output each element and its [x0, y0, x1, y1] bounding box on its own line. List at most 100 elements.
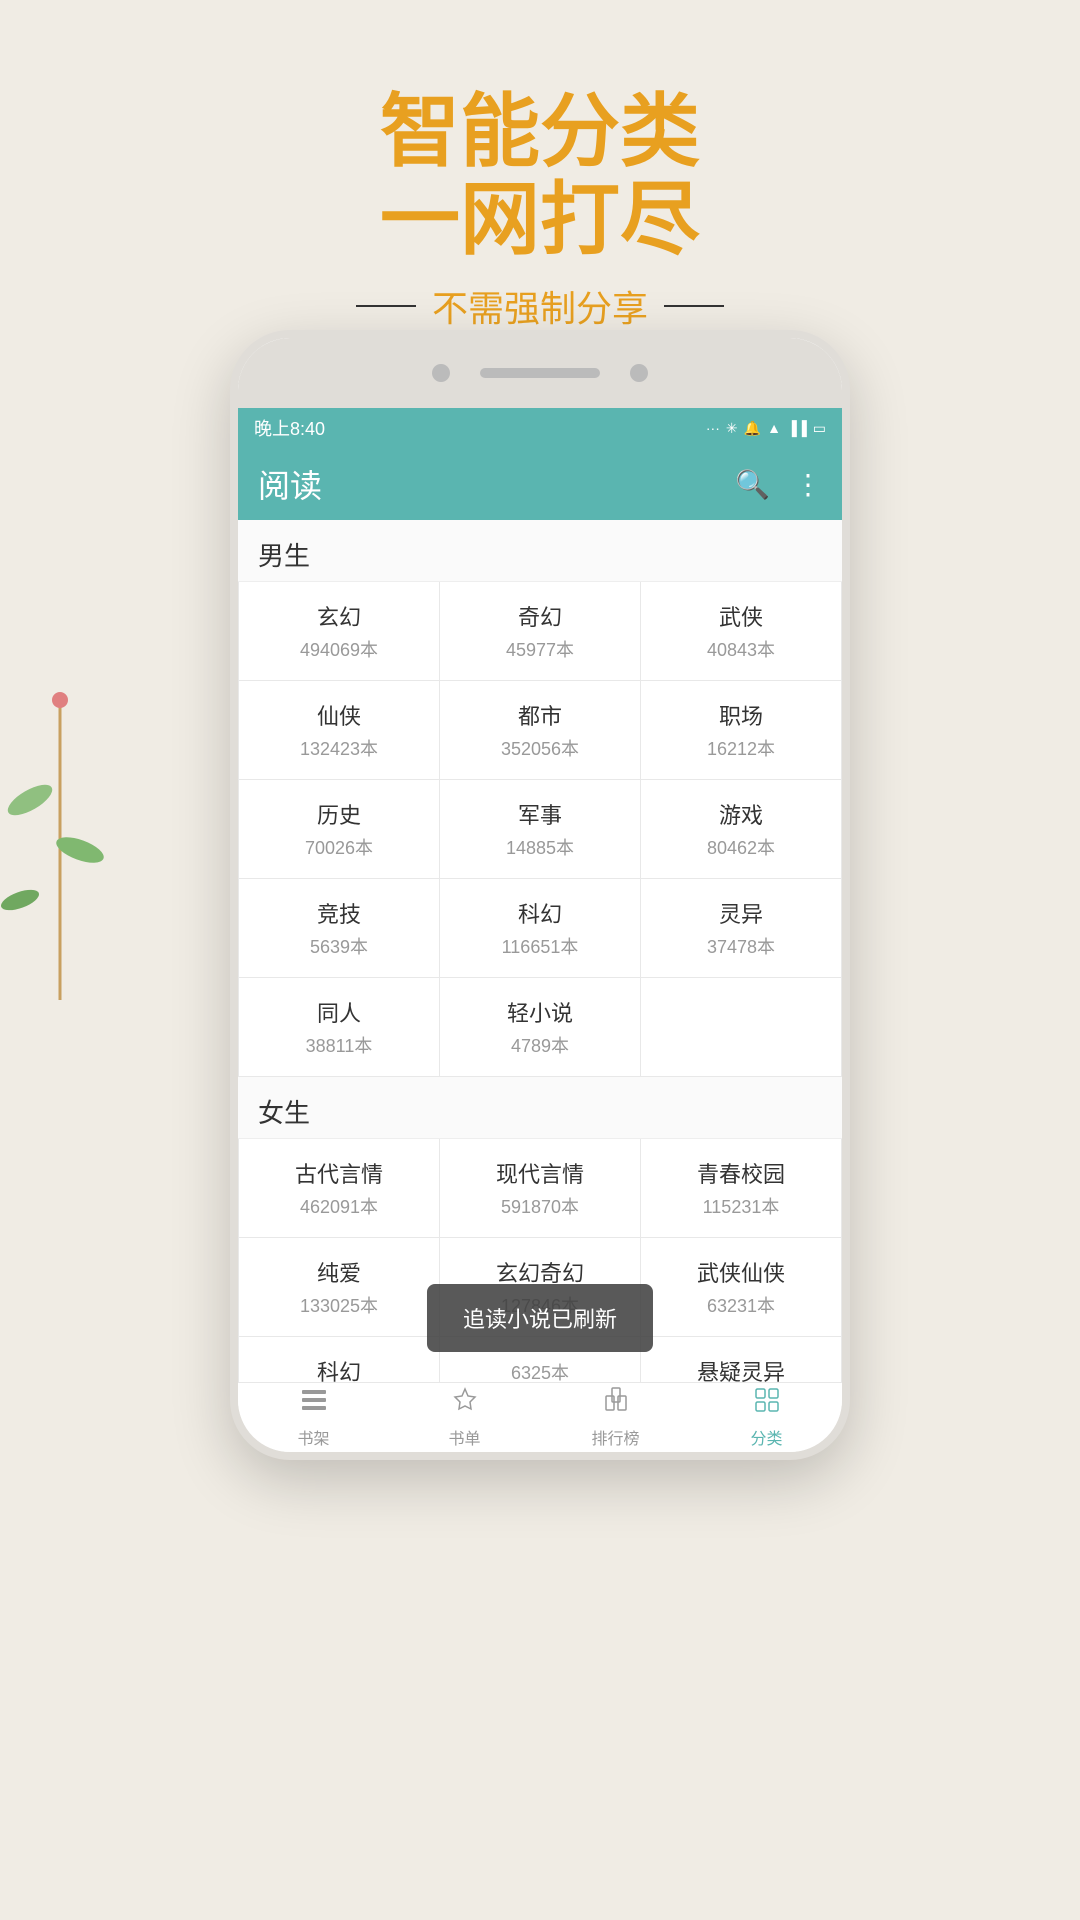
male-category-item[interactable]: 武侠 40843本 [641, 582, 842, 681]
category-count: 115231本 [651, 1193, 831, 1219]
category-name: 玄幻 [249, 600, 429, 632]
headline-line1: 智能分类 [380, 88, 700, 176]
category-name: 纯爱 [249, 1256, 429, 1288]
category-count: 4789本 [450, 1032, 630, 1058]
female-category-grid: 古代言情 462091本 现代言情 591870本 青春校园 115231本 纯… [238, 1139, 842, 1398]
male-category-item[interactable]: 竞技 5639本 [239, 879, 440, 978]
toast-text: 追读小说已刷新 [463, 1307, 617, 1332]
plant-decoration-left [0, 600, 120, 1000]
category-name: 灵异 [651, 897, 831, 929]
phone-camera-right [630, 364, 648, 382]
phone-camera-left [432, 364, 450, 382]
toast-notification: 追读小说已刷新 [427, 1284, 653, 1352]
category-count: 37478本 [651, 933, 831, 959]
category-count: 63231本 [651, 1292, 831, 1318]
male-category-item[interactable]: 军事 14885本 [440, 780, 641, 879]
male-category-item[interactable]: 灵异 37478本 [641, 879, 842, 978]
male-category-item[interactable]: 同人 38811本 [239, 978, 440, 1077]
category-count: 14885本 [450, 834, 630, 860]
category-name: 军事 [450, 798, 630, 830]
category-name: 职场 [651, 699, 831, 731]
nav-label-category: 分类 [750, 1425, 782, 1449]
background-area: 智能分类 一网打尽 不需强制分享 [0, 0, 1080, 380]
category-count: 591870本 [450, 1193, 630, 1219]
category-count: 116651本 [450, 933, 630, 959]
male-category-item[interactable]: 历史 70026本 [239, 780, 440, 879]
status-bar: 晚上8:40 ··· ✳ 🔔 ▲ ▐▐ ▭ [238, 408, 842, 448]
category-name: 历史 [249, 798, 429, 830]
male-category-item[interactable]: 都市 352056本 [440, 681, 641, 780]
nav-label-ranking: 排行榜 [591, 1425, 639, 1449]
category-name: 奇幻 [450, 600, 630, 632]
headline-line2: 一网打尽 [380, 176, 700, 264]
status-icons: ··· ✳ 🔔 ▲ ▐▐ ▭ [706, 420, 826, 437]
nav-item-bookshelf[interactable]: 书架 [238, 1386, 389, 1449]
phone-frame: 晚上8:40 ··· ✳ 🔔 ▲ ▐▐ ▭ 阅读 🔍 ⋮ 男生 玄幻 49406… [230, 330, 850, 1460]
male-category-item[interactable]: 仙侠 132423本 [239, 681, 440, 780]
nav-item-category[interactable]: 分类 [691, 1386, 842, 1449]
category-count: 494069本 [249, 636, 429, 662]
phone-speaker [480, 368, 600, 378]
phone-top [238, 338, 842, 408]
female-category-item[interactable]: 青春校园 115231本 [641, 1139, 842, 1238]
signal-dots: ··· [706, 420, 720, 436]
category-count: 80462本 [651, 834, 831, 860]
category-count: 40843本 [651, 636, 831, 662]
category-name: 同人 [249, 996, 429, 1028]
female-category-item[interactable]: 武侠仙侠 63231本 [641, 1238, 842, 1337]
category-name: 都市 [450, 699, 630, 731]
nav-item-booklist[interactable]: 书单 [389, 1386, 540, 1449]
category-count: 5639本 [249, 933, 429, 959]
nav-icon-booklist [451, 1386, 479, 1421]
nav-icon-bookshelf [300, 1386, 328, 1421]
male-category-grid: 玄幻 494069本 奇幻 45977本 武侠 40843本 仙侠 132423… [238, 582, 842, 1077]
search-icon[interactable]: 🔍 [735, 468, 770, 501]
app-title: 阅读 [258, 461, 322, 507]
category-count: 16212本 [651, 735, 831, 761]
category-count: 132423本 [249, 735, 429, 761]
female-section-header: 女生 [238, 1077, 842, 1139]
male-category-item[interactable]: 科幻 116651本 [440, 879, 641, 978]
category-name: 仙侠 [249, 699, 429, 731]
male-category-item[interactable]: 奇幻 45977本 [440, 582, 641, 681]
category-name: 现代言情 [450, 1157, 630, 1189]
nav-label-booklist: 书单 [448, 1425, 480, 1449]
category-name: 竞技 [249, 897, 429, 929]
bottom-nav: 书架 书单 排行榜 分类 [238, 1382, 842, 1452]
male-category-item[interactable]: 玄幻 494069本 [239, 582, 440, 681]
wifi-icon: ▲ [767, 420, 781, 436]
female-category-item[interactable]: 古代言情 462091本 [239, 1139, 440, 1238]
category-name: 古代言情 [249, 1157, 429, 1189]
male-category-item [641, 978, 842, 1077]
category-name: 青春校园 [651, 1157, 831, 1189]
app-header: 阅读 🔍 ⋮ [238, 448, 842, 520]
content-area[interactable]: 男生 玄幻 494069本 奇幻 45977本 武侠 40843本 仙侠 132… [238, 520, 842, 1398]
status-time: 晚上8:40 [254, 415, 325, 441]
nav-item-ranking[interactable]: 排行榜 [540, 1386, 691, 1449]
bluetooth-icon: ✳ [726, 420, 738, 437]
headline: 智能分类 一网打尽 [380, 88, 700, 264]
subheadline: 不需强制分享 [356, 280, 724, 332]
category-name: 科幻 [450, 897, 630, 929]
nav-icon-category [753, 1386, 781, 1421]
category-name: 轻小说 [450, 996, 630, 1028]
category-count: 133025本 [249, 1292, 429, 1318]
male-section-header: 男生 [238, 520, 842, 582]
alarm-icon: 🔔 [744, 420, 761, 437]
nav-icon-ranking [602, 1386, 630, 1421]
signal-icon: ▐▐ [787, 420, 807, 436]
menu-icon[interactable]: ⋮ [794, 468, 822, 501]
category-count: 70026本 [249, 834, 429, 860]
female-category-item[interactable]: 纯爱 133025本 [239, 1238, 440, 1337]
category-name: 游戏 [651, 798, 831, 830]
female-category-item[interactable]: 现代言情 591870本 [440, 1139, 641, 1238]
male-category-item[interactable]: 职场 16212本 [641, 681, 842, 780]
header-icons: 🔍 ⋮ [735, 468, 822, 501]
male-category-item[interactable]: 轻小说 4789本 [440, 978, 641, 1077]
category-count: 38811本 [249, 1032, 429, 1058]
category-name: 武侠 [651, 600, 831, 632]
battery-icon: ▭ [813, 420, 826, 437]
category-count: 352056本 [450, 735, 630, 761]
male-category-item[interactable]: 游戏 80462本 [641, 780, 842, 879]
nav-label-bookshelf: 书架 [297, 1425, 329, 1449]
